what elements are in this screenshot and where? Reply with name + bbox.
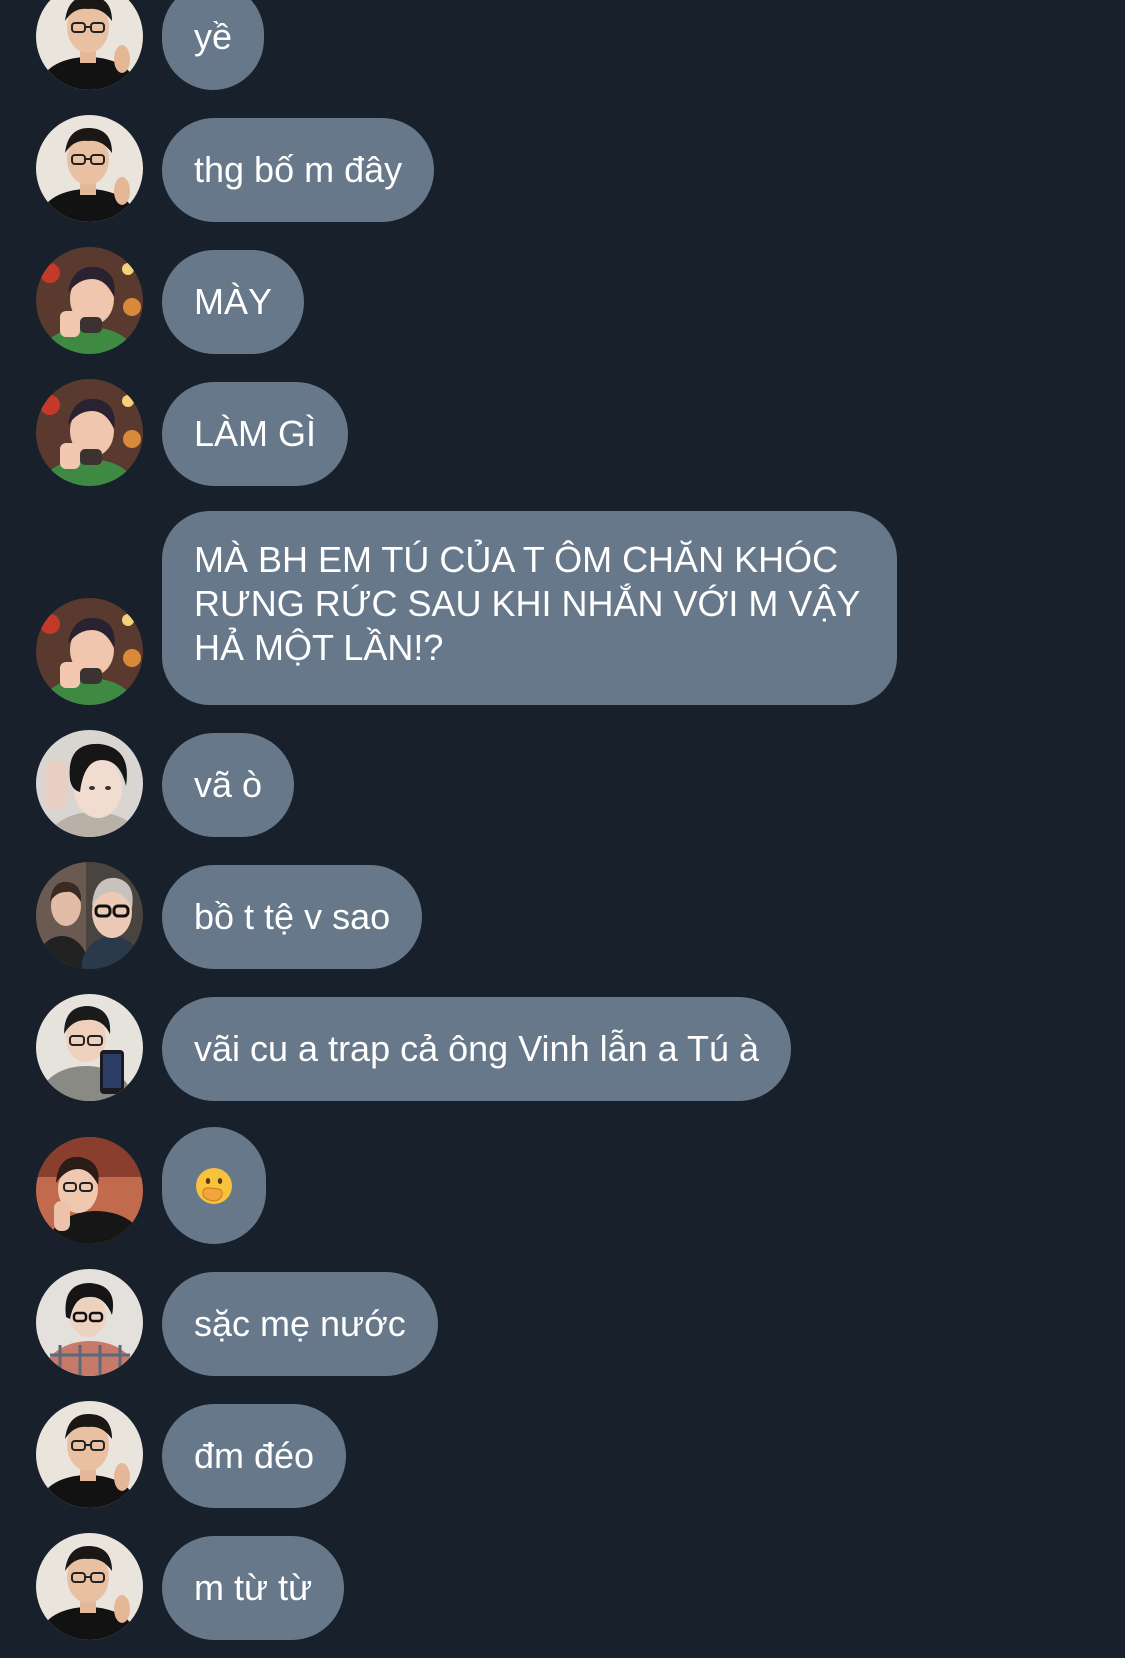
message-text: m từ từ — [194, 1567, 313, 1608]
avatar-green-sweater-christmas-icon — [36, 598, 143, 705]
message-text: vãi cu a trap cả ông Vinh lẫn a Tú à — [194, 1028, 760, 1069]
message-bubble[interactable]: thg bố m đây — [162, 118, 435, 222]
avatar-glasses-black-shirt-icon — [36, 115, 143, 222]
avatar-dark-hair-selfie-icon — [36, 730, 143, 837]
avatar-two-people-glasses-icon — [36, 862, 143, 969]
avatar[interactable] — [36, 379, 143, 486]
avatar-green-sweater-christmas-icon — [36, 247, 143, 354]
avatar-glasses-black-shirt-icon — [36, 1401, 143, 1508]
message-bubble[interactable]: MÀY — [162, 250, 305, 354]
avatar-glasses-black-shirt-icon — [36, 1533, 143, 1640]
message-text: bồ t tệ v sao — [194, 896, 391, 937]
message-bubble[interactable]: sặc mẹ nước — [162, 1272, 438, 1376]
avatar[interactable] — [36, 0, 143, 90]
message-text: đm đéo — [194, 1435, 315, 1476]
avatar-glasses-black-shirt-icon — [36, 0, 143, 90]
avatar[interactable] — [36, 115, 143, 222]
avatar[interactable] — [36, 862, 143, 969]
message-bubble[interactable]: m từ từ — [162, 1536, 345, 1640]
face-with-hand-over-mouth-icon — [196, 1167, 232, 1204]
avatar[interactable] — [36, 1269, 143, 1376]
avatar[interactable] — [36, 598, 143, 705]
message-bubble[interactable]: LÀM GÌ — [162, 382, 349, 486]
avatar[interactable] — [36, 1533, 143, 1640]
avatar[interactable] — [36, 730, 143, 837]
avatar[interactable] — [36, 994, 143, 1101]
message-text: sặc mẹ nước — [194, 1303, 406, 1344]
avatar-glasses-plaid-shirt-icon — [36, 1269, 143, 1376]
avatar[interactable] — [36, 1137, 143, 1244]
avatar-mirror-selfie-phone-icon — [36, 994, 143, 1101]
message-bubble[interactable] — [162, 1127, 266, 1244]
message-text: MÀY — [194, 281, 273, 322]
avatar-green-sweater-christmas-icon — [36, 379, 143, 486]
message-text: yề — [194, 15, 233, 57]
avatar[interactable] — [36, 247, 143, 354]
avatar[interactable] — [36, 1401, 143, 1508]
message-text: MÀ BH EM TÚ CỦA T ÔM CHĂN KHÓC RƯNG RỨC … — [194, 539, 861, 668]
message-bubble[interactable]: vã ò — [162, 733, 295, 837]
avatar-lying-down-black-tee-icon — [36, 1137, 143, 1244]
message-bubble[interactable]: bồ t tệ v sao — [162, 865, 423, 969]
message-bubble[interactable]: MÀ BH EM TÚ CỦA T ÔM CHĂN KHÓC RƯNG RỨC … — [162, 511, 897, 705]
message-bubble[interactable]: đm đéo — [162, 1404, 347, 1508]
message-bubble[interactable]: vãi cu a trap cả ông Vinh lẫn a Tú à — [162, 997, 792, 1101]
message-text: thg bố m đây — [194, 149, 403, 190]
message-text: LÀM GÌ — [194, 413, 317, 454]
chat-thread: yề thg bố m đây MÀY LÀM GÌ MÀ BH EM TÚ C… — [0, 0, 1125, 1658]
message-text: vã ò — [194, 764, 263, 805]
message-bubble[interactable]: yề — [162, 0, 265, 90]
